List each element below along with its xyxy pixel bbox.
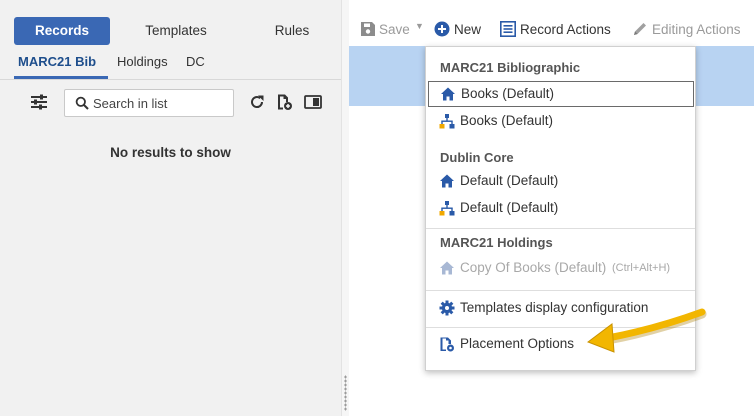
sitemap-icon xyxy=(439,201,455,216)
menu-item-books-default-home[interactable]: Books (Default) xyxy=(428,81,694,107)
editing-actions-label: Editing Actions xyxy=(652,22,741,37)
chevron-down-icon: ▼ xyxy=(415,21,424,31)
filter-sliders-icon[interactable] xyxy=(30,93,48,111)
placement-settings-icon xyxy=(440,337,454,352)
gear-icon xyxy=(439,300,455,316)
top-tabs: Records Templates Rules xyxy=(0,0,341,46)
app-window: Records Templates Rules MARC21 Bib Holdi… xyxy=(0,0,754,416)
sitemap-icon xyxy=(439,114,455,129)
left-pane: Records Templates Rules MARC21 Bib Holdi… xyxy=(0,0,341,416)
new-label: New xyxy=(454,22,482,37)
home-icon xyxy=(441,87,455,101)
menu-item-default-default-hierarchy[interactable]: Default (Default) xyxy=(426,195,695,221)
search-input[interactable] xyxy=(93,94,228,112)
save-label: Save xyxy=(379,22,410,37)
splitter-grip[interactable] xyxy=(344,375,347,411)
menu-item-copy-of-books-default[interactable]: Copy Of Books (Default) (Ctrl+Alt+H) xyxy=(426,255,695,281)
subtab-dc[interactable]: DC xyxy=(186,54,205,69)
active-subtab-indicator xyxy=(14,76,108,79)
pane-splitter[interactable] xyxy=(341,0,349,416)
menu-header-marc21-holdings: MARC21 Holdings xyxy=(440,235,553,250)
home-icon xyxy=(440,174,454,188)
panel-toggle-icon[interactable] xyxy=(304,93,322,111)
tab-templates[interactable]: Templates xyxy=(128,17,224,45)
shortcut-hint: (Ctrl+Alt+H) xyxy=(612,262,671,274)
menu-header-marc21-bibliographic: MARC21 Bibliographic xyxy=(440,60,581,75)
annotation-arrow xyxy=(586,308,707,353)
menu-header-dublin-core: Dublin Core xyxy=(440,150,514,165)
record-actions-label: Record Actions xyxy=(520,22,611,37)
tab-rules[interactable]: Rules xyxy=(264,17,320,45)
new-record-file-icon[interactable] xyxy=(275,93,293,111)
menu-divider xyxy=(426,290,695,291)
subtab-holdings[interactable]: Holdings xyxy=(117,54,168,69)
search-box xyxy=(64,89,234,117)
home-icon xyxy=(440,261,454,275)
pencil-icon xyxy=(634,23,646,35)
menu-divider xyxy=(426,228,695,229)
action-bar: Save ▼ New Record Actions Editing Action… xyxy=(349,16,754,46)
empty-list-message: No results to show xyxy=(110,145,231,160)
subtab-marc21-bib[interactable]: MARC21 Bib xyxy=(18,54,96,69)
menu-item-books-default-hierarchy[interactable]: Books (Default) xyxy=(426,108,695,134)
list-toolbar xyxy=(0,80,341,124)
list-box-icon xyxy=(500,21,516,37)
menu-item-default-default-home[interactable]: Default (Default) xyxy=(426,168,695,194)
sub-tabs: MARC21 Bib Holdings DC xyxy=(0,46,341,80)
refresh-icon[interactable] xyxy=(248,93,266,111)
search-icon xyxy=(75,96,89,110)
save-icon xyxy=(361,22,375,36)
plus-circle-icon xyxy=(434,21,450,37)
tab-records[interactable]: Records xyxy=(14,17,110,45)
